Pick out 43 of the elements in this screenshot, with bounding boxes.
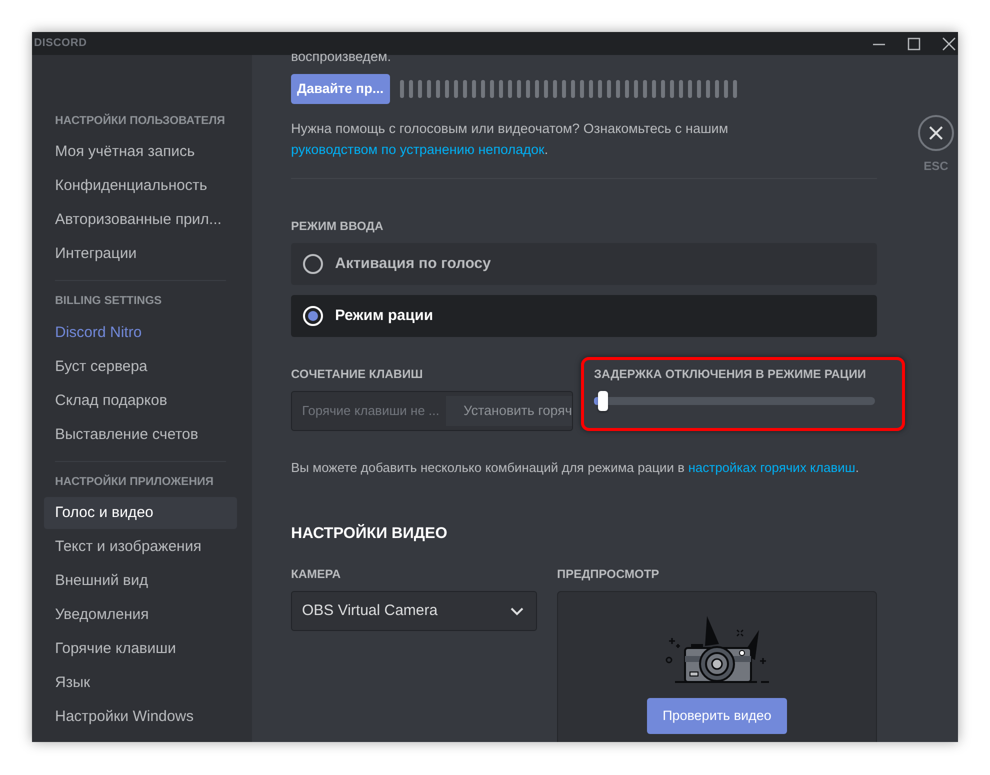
field-label: ПРЕДПРОСМОТР (557, 566, 660, 584)
help-text: Вы можете добавить несколько комбинаций для режима рации в настройках горячих клавиш. (291, 459, 860, 477)
set-keybind-button[interactable]: Установить горяч (446, 396, 572, 426)
radio-option[interactable]: Активация по голосу (291, 243, 877, 285)
sidebar-item[interactable]: Discord Nitro (44, 316, 237, 348)
field-label: ЗАДЕРЖКА ОТКЛЮЧЕНИЯ В РЕЖИМЕ РАЦИИ (594, 366, 867, 383)
radio-button[interactable] (303, 254, 323, 274)
esc-label: ESC (924, 158, 948, 175)
sidebar-item[interactable]: Интеграции (44, 238, 237, 270)
app-logo: DISCORD (34, 36, 87, 52)
close-icon (929, 126, 943, 140)
sidebar-item[interactable]: Уведомления (44, 598, 237, 631)
radio-option[interactable]: Режим рации (291, 295, 877, 337)
chevron-down-icon (510, 606, 524, 616)
slider-thumb[interactable] (598, 391, 608, 411)
sidebar-item[interactable]: Конфиденциальность (44, 170, 237, 202)
section-header: BILLING SETTINGS (54, 294, 163, 310)
sidebar-item[interactable]: Выставление счетов (44, 418, 237, 450)
sidebar-item[interactable]: Авторизованные прил... (44, 204, 237, 236)
description-text: воспроизведем. (291, 48, 392, 66)
sidebar-item[interactable]: Настройки Windows (44, 700, 237, 733)
sidebar-item[interactable]: Внешний вид (44, 564, 237, 597)
close-button[interactable] (918, 115, 954, 151)
sidebar-item[interactable]: Горячие клавиши (44, 632, 237, 665)
sidebar-item[interactable]: Склад подарков (44, 384, 237, 416)
help-text: Нужна помощь с голосовым или видеочатом? Ознакомьтесь с нашим руководством по устранению неполадок. (291, 120, 730, 159)
help-link[interactable]: руководством по устранению неполадок (291, 142, 544, 157)
keybind-field[interactable]: Горячие клавиши не ... Установить горяч (291, 391, 573, 431)
field-label: РЕЖИМ ВВОДА (291, 218, 384, 235)
section-header: НАСТРОЙКИ ПРИЛОЖЕНИЯ (54, 474, 215, 490)
sidebar-item[interactable]: Голос и видео (44, 496, 237, 529)
field-label: КАМЕРА (291, 566, 342, 584)
section-header: НАСТРОЙКИ ПОЛЬЗОВАТЕЛЯ (54, 113, 226, 129)
maximize-icon[interactable] (907, 36, 921, 50)
help-link[interactable]: настройках горячих клавиш (688, 460, 856, 475)
camera-select[interactable]: OBS Virtual Camera (291, 591, 537, 632)
close-icon[interactable] (942, 36, 956, 50)
sidebar-item[interactable]: Буст сервера (44, 350, 237, 382)
sidebar-item[interactable]: Моя учётная запись (44, 136, 237, 168)
section-title: НАСТРОЙКИ ВИДЕО (291, 523, 448, 544)
sidebar-item[interactable]: Текст и изображения (44, 530, 237, 563)
field-label: СОЧЕТАНИЕ КЛАВИШ (291, 366, 424, 383)
sidebar-item[interactable]: Язык (44, 666, 237, 699)
